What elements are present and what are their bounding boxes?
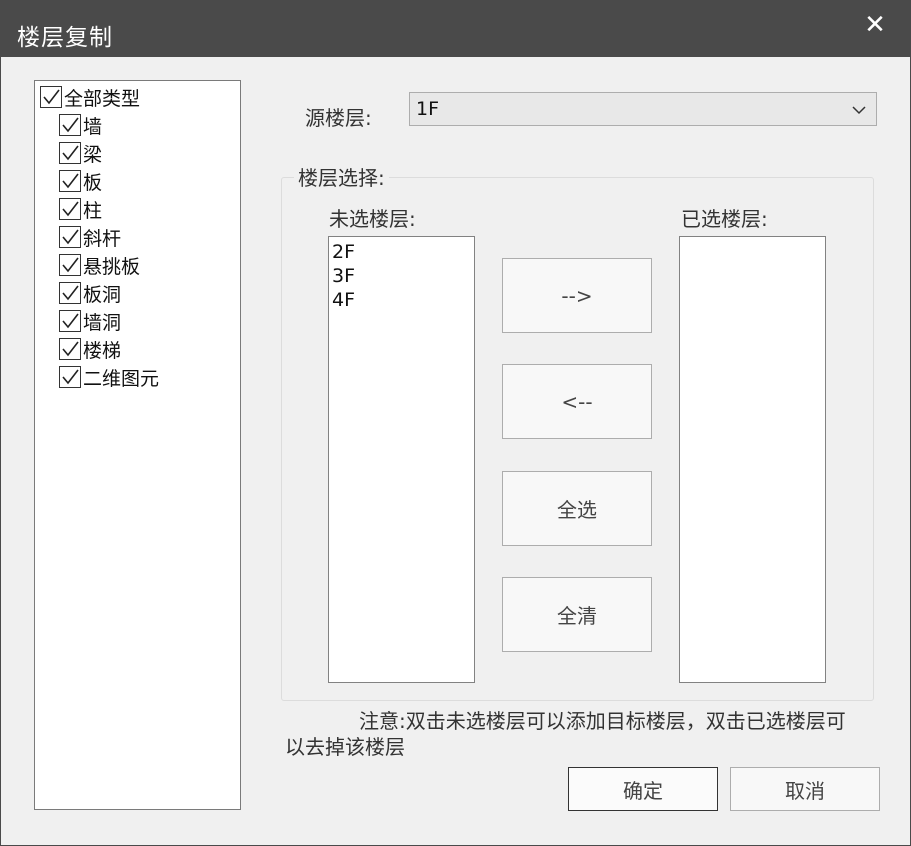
checkbox-icon[interactable] — [59, 282, 81, 304]
list-item[interactable]: 2F — [329, 240, 474, 264]
tree-item-label: 全部类型 — [64, 87, 141, 110]
tree-item-label: 板洞 — [83, 283, 122, 306]
checkbox-icon[interactable] — [59, 114, 81, 136]
tree-item-label: 悬挑板 — [83, 255, 141, 278]
checkbox-icon[interactable] — [59, 170, 81, 192]
source-floor-label: 源楼层: — [305, 106, 372, 130]
tree-item-label: 楼梯 — [83, 339, 122, 362]
list-item[interactable]: 3F — [329, 264, 474, 288]
tree-item-wall[interactable]: 墙 — [59, 112, 102, 138]
unselected-floors-label: 未选楼层: — [329, 207, 416, 231]
close-icon[interactable]: ✕ — [857, 7, 893, 43]
tree-item-label: 墙 — [83, 115, 103, 138]
tree-item-label: 柱 — [83, 199, 103, 222]
tree-item-cantilever-slab[interactable]: 悬挑板 — [59, 252, 140, 278]
checkbox-icon[interactable] — [59, 226, 81, 248]
remove-floor-button[interactable]: <-- — [502, 364, 652, 439]
cancel-button[interactable]: 取消 — [730, 767, 880, 811]
usage-note: 注意:双击未选楼层可以添加目标楼层，双击已选楼层可以去掉该楼层 — [285, 709, 846, 759]
checkbox-icon[interactable] — [59, 198, 81, 220]
list-item[interactable]: 4F — [329, 288, 474, 312]
tree-item-column[interactable]: 柱 — [59, 196, 102, 222]
tree-item-slab-opening[interactable]: 板洞 — [59, 280, 121, 306]
tree-item-label: 二维图元 — [83, 367, 160, 390]
dialog-title: 楼层复制 — [17, 25, 113, 51]
select-all-button[interactable]: 全选 — [502, 471, 652, 546]
element-type-tree[interactable]: 全部类型 墙 梁 板 柱 斜杆 悬挑板 板洞 墙洞 楼梯 二维图元 — [34, 80, 241, 810]
tree-item-all-types[interactable]: 全部类型 — [40, 84, 140, 110]
ok-button[interactable]: 确定 — [568, 767, 718, 811]
tree-item-label: 斜杆 — [83, 227, 122, 250]
selected-floors-label: 已选楼层: — [681, 207, 768, 231]
source-floor-value: 1F — [416, 98, 440, 120]
tree-item-label: 梁 — [83, 143, 103, 166]
clear-all-button[interactable]: 全清 — [502, 577, 652, 652]
tree-item-slab[interactable]: 板 — [59, 168, 102, 194]
selected-floors-list[interactable] — [679, 236, 826, 683]
checkbox-icon[interactable] — [59, 366, 81, 388]
checkbox-icon[interactable] — [40, 86, 62, 108]
tree-item-label: 墙洞 — [83, 311, 122, 334]
title-bar[interactable]: 楼层复制 ✕ — [1, 1, 910, 57]
source-floor-select[interactable]: 1F — [409, 92, 877, 126]
tree-item-beam[interactable]: 梁 — [59, 140, 102, 166]
tree-item-wall-opening[interactable]: 墙洞 — [59, 308, 121, 334]
add-floor-button[interactable]: --> — [502, 258, 652, 333]
tree-item-label: 板 — [83, 171, 103, 194]
floor-selection-title: 楼层选择: — [294, 162, 389, 191]
checkbox-icon[interactable] — [59, 338, 81, 360]
chevron-down-icon — [852, 102, 866, 121]
tree-item-2d-element[interactable]: 二维图元 — [59, 364, 159, 390]
checkbox-icon[interactable] — [59, 310, 81, 332]
tree-item-stair[interactable]: 楼梯 — [59, 336, 121, 362]
checkbox-icon[interactable] — [59, 254, 81, 276]
tree-item-brace[interactable]: 斜杆 — [59, 224, 121, 250]
floor-copy-dialog: 楼层复制 ✕ 全部类型 墙 梁 板 柱 斜杆 悬挑板 板洞 墙洞 楼梯 二维图元… — [0, 0, 911, 846]
unselected-floors-list[interactable]: 2F 3F 4F — [328, 236, 475, 683]
checkbox-icon[interactable] — [59, 142, 81, 164]
